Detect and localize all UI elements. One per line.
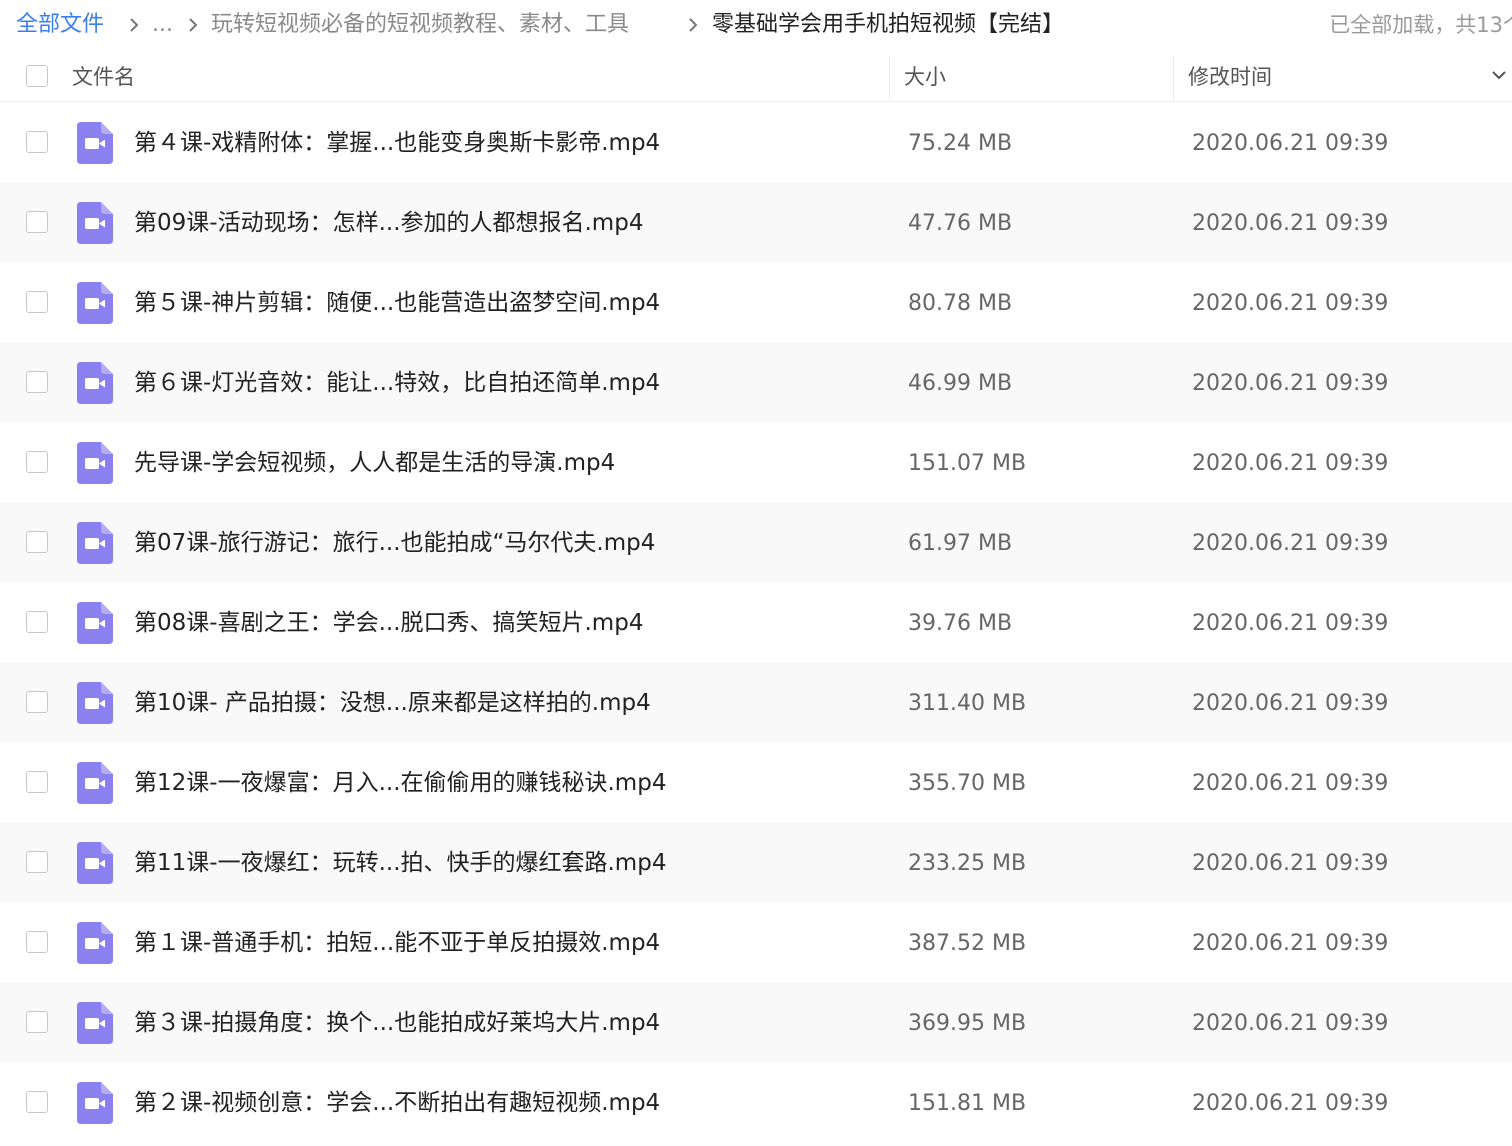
file-name[interactable]: 第10课- 产品拍摄：没想...原来都是这样拍的.mp4	[134, 688, 651, 718]
row-checkbox[interactable]	[26, 771, 48, 793]
row-checkbox[interactable]	[26, 931, 48, 953]
row-checkbox[interactable]	[26, 211, 48, 233]
row-checkbox[interactable]	[26, 611, 48, 633]
file-modified-time: 2020.06.21 09:39	[1192, 1011, 1389, 1036]
file-modified-time: 2020.06.21 09:39	[1192, 531, 1389, 556]
file-row[interactable]: 第３课-拍摄角度：换个...也能拍成好莱坞大片.mp4 369.95 MB 2020…	[0, 982, 1512, 1062]
file-name[interactable]: 第３课-拍摄角度：换个...也能拍成好莱坞大片.mp4	[134, 1008, 660, 1038]
video-file-icon	[77, 282, 113, 324]
file-modified-time: 2020.06.21 09:39	[1192, 371, 1389, 396]
file-row[interactable]: 第08课-喜剧之王：学会...脱口秀、搞笑短片.mp4 39.76 MB 2020.…	[0, 582, 1512, 662]
column-header-modified[interactable]: 修改时间	[1188, 64, 1272, 90]
table-header: 文件名 大小 修改时间	[0, 52, 1512, 102]
video-file-icon	[77, 1002, 113, 1044]
file-size: 80.78 MB	[908, 291, 1013, 316]
file-modified-time: 2020.06.21 09:39	[1192, 291, 1389, 316]
breadcrumb-root-link[interactable]: 全部文件	[16, 10, 104, 40]
column-header-size[interactable]: 大小	[904, 64, 946, 90]
video-file-icon	[77, 602, 113, 644]
column-divider[interactable]	[889, 56, 890, 100]
file-size: 75.24 MB	[908, 131, 1013, 156]
column-divider[interactable]	[1173, 56, 1174, 100]
file-size: 151.07 MB	[908, 451, 1027, 476]
file-size: 369.95 MB	[908, 1011, 1027, 1036]
file-name[interactable]: 第12课-一夜爆富：月入...在偷偷用的赚钱秘诀.mp4	[134, 768, 666, 798]
file-size: 311.40 MB	[908, 691, 1027, 716]
row-checkbox[interactable]	[26, 291, 48, 313]
file-row[interactable]: 第５课-神片剪辑：随便...也能营造出盗梦空间.mp4 80.78 MB 2020.…	[0, 262, 1512, 342]
file-modified-time: 2020.06.21 09:39	[1192, 131, 1389, 156]
video-file-icon	[77, 762, 113, 804]
row-checkbox[interactable]	[26, 131, 48, 153]
row-checkbox[interactable]	[26, 1091, 48, 1113]
file-row[interactable]: 第４课-戏精附体：掌握...也能变身奥斯卡影帝.mp4 75.24 MB 2020.…	[0, 102, 1512, 182]
video-file-icon	[77, 922, 113, 964]
breadcrumb-ellipsis[interactable]: ...	[152, 10, 173, 40]
file-size: 151.81 MB	[908, 1091, 1027, 1116]
breadcrumb: 全部文件 ... 玩转短视频必备的短视频教程、素材、工具 零基础学会用手机拍短视…	[0, 0, 1512, 53]
chevron-right-icon	[189, 18, 198, 32]
file-name[interactable]: 第２课-视频创意：学会...不断拍出有趣短视频.mp4	[134, 1088, 660, 1118]
file-row[interactable]: 第10课- 产品拍摄：没想...原来都是这样拍的.mp4 311.40 MB 202…	[0, 662, 1512, 742]
chevron-right-icon	[130, 18, 139, 32]
file-modified-time: 2020.06.21 09:39	[1192, 771, 1389, 796]
video-file-icon	[77, 1082, 113, 1124]
file-name[interactable]: 先导课-学会短视频，人人都是生活的导演.mp4	[134, 448, 615, 478]
file-name[interactable]: 第５课-神片剪辑：随便...也能营造出盗梦空间.mp4	[134, 288, 660, 318]
file-name[interactable]: 第６课-灯光音效：能让...特效，比自拍还简单.mp4	[134, 368, 660, 398]
video-file-icon	[77, 202, 113, 244]
video-file-icon	[77, 362, 113, 404]
file-row[interactable]: 第12课-一夜爆富：月入...在偷偷用的赚钱秘诀.mp4 355.70 MB 202…	[0, 742, 1512, 822]
file-size: 39.76 MB	[908, 611, 1013, 636]
file-row[interactable]: 第６课-灯光音效：能让...特效，比自拍还简单.mp4 46.99 MB 2020.…	[0, 342, 1512, 422]
file-size: 233.25 MB	[908, 851, 1027, 876]
row-checkbox[interactable]	[26, 451, 48, 473]
video-file-icon	[77, 442, 113, 484]
file-modified-time: 2020.06.21 09:39	[1192, 211, 1389, 236]
file-modified-time: 2020.06.21 09:39	[1192, 931, 1389, 956]
file-row[interactable]: 第２课-视频创意：学会...不断拍出有趣短视频.mp4 151.81 MB 2020…	[0, 1062, 1512, 1142]
row-checkbox[interactable]	[26, 531, 48, 553]
breadcrumb-parent-link[interactable]: 玩转短视频必备的短视频教程、素材、工具	[211, 10, 629, 40]
load-status-text: 已全部加载，共13个	[1329, 13, 1512, 37]
video-file-icon	[77, 522, 113, 564]
file-modified-time: 2020.06.21 09:39	[1192, 611, 1389, 636]
file-modified-time: 2020.06.21 09:39	[1192, 691, 1389, 716]
file-list: 第４课-戏精附体：掌握...也能变身奥斯卡影帝.mp4 75.24 MB 2020.…	[0, 102, 1512, 1142]
file-size: 46.99 MB	[908, 371, 1013, 396]
video-file-icon	[77, 122, 113, 164]
video-file-icon	[77, 682, 113, 724]
select-all-checkbox[interactable]	[26, 65, 48, 87]
file-size: 61.97 MB	[908, 531, 1013, 556]
file-row[interactable]: 先导课-学会短视频，人人都是生活的导演.mp4 151.07 MB 2020.06.…	[0, 422, 1512, 502]
breadcrumb-current: 零基础学会用手机拍短视频【完结】	[712, 12, 1065, 37]
file-row[interactable]: 第07课-旅行游记：旅行...也能拍成“马尔代夫.mp4 61.97 MB 2020…	[0, 502, 1512, 582]
row-checkbox[interactable]	[26, 691, 48, 713]
file-size: 387.52 MB	[908, 931, 1027, 956]
file-row[interactable]: 第11课-一夜爆红：玩转...拍、快手的爆红套路.mp4 233.25 MB 202…	[0, 822, 1512, 902]
file-modified-time: 2020.06.21 09:39	[1192, 851, 1389, 876]
file-size: 47.76 MB	[908, 211, 1013, 236]
row-checkbox[interactable]	[26, 371, 48, 393]
row-checkbox[interactable]	[26, 851, 48, 873]
file-row[interactable]: 第１课-普通手机：拍短...能不亚于单反拍摄效.mp4 387.52 MB 2020…	[0, 902, 1512, 982]
chevron-down-icon[interactable]	[1490, 66, 1508, 84]
chevron-right-icon	[689, 18, 698, 32]
file-name[interactable]: 第07课-旅行游记：旅行...也能拍成“马尔代夫.mp4	[134, 528, 655, 558]
video-file-icon	[77, 842, 113, 884]
file-row[interactable]: 第09课-活动现场：怎样...参加的人都想报名.mp4 47.76 MB 2020.…	[0, 182, 1512, 262]
file-name[interactable]: 第４课-戏精附体：掌握...也能变身奥斯卡影帝.mp4	[134, 128, 660, 158]
column-header-name[interactable]: 文件名	[72, 64, 135, 90]
file-size: 355.70 MB	[908, 771, 1027, 796]
file-name[interactable]: 第08课-喜剧之王：学会...脱口秀、搞笑短片.mp4	[134, 608, 643, 638]
file-name[interactable]: 第11课-一夜爆红：玩转...拍、快手的爆红套路.mp4	[134, 848, 666, 878]
file-modified-time: 2020.06.21 09:39	[1192, 451, 1389, 476]
file-modified-time: 2020.06.21 09:39	[1192, 1091, 1389, 1116]
file-name[interactable]: 第１课-普通手机：拍短...能不亚于单反拍摄效.mp4	[134, 928, 660, 958]
file-name[interactable]: 第09课-活动现场：怎样...参加的人都想报名.mp4	[134, 208, 643, 238]
row-checkbox[interactable]	[26, 1011, 48, 1033]
